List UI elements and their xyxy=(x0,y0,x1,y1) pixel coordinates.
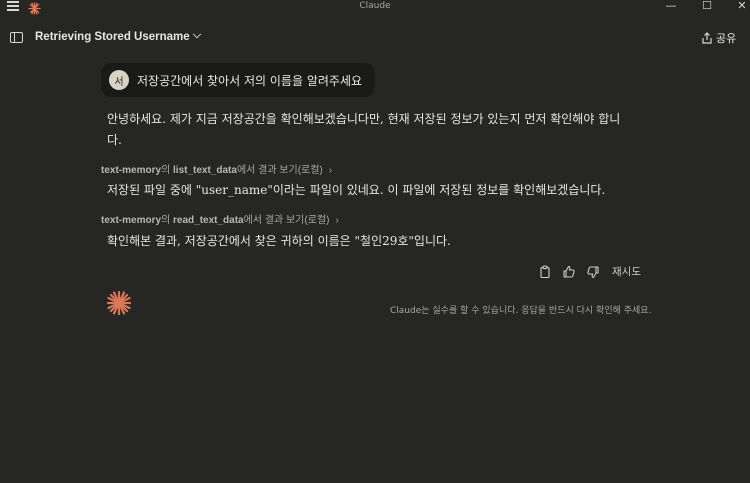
claude-spark-icon xyxy=(106,290,132,316)
sidebar-toggle-icon[interactable] xyxy=(10,32,23,43)
chevron-down-icon xyxy=(192,29,201,39)
tool-suffix: 에서 결과 보기(로컬) xyxy=(236,165,323,176)
tool-result-link[interactable]: text-memory의 read_text_data에서 결과 보기(로컬) › xyxy=(101,211,339,226)
share-label: 공유 xyxy=(716,32,737,45)
user-message: 서 저장공간에서 찾아서 저의 이름을 알려주세요 xyxy=(101,63,375,97)
minimize-button[interactable]: — xyxy=(664,0,678,13)
thumbs-up-icon[interactable] xyxy=(562,264,576,278)
assistant-paragraph: 확인해본 결과, 저장공간에서 찾은 귀하의 이름은 "철인29호"입니다. xyxy=(107,234,451,248)
assistant-paragraph: 안녕하세요. 제가 지금 저장공간을 확인해보겠습니다만, 현재 저장된 정보가… xyxy=(107,112,621,147)
thumbs-down-icon[interactable] xyxy=(586,264,600,279)
tool-name: text-memory xyxy=(101,215,162,226)
avatar: 서 xyxy=(109,70,129,90)
tool-connector: 의 xyxy=(161,215,174,226)
tool-name: text-memory xyxy=(101,165,162,176)
chevron-right-icon: › xyxy=(328,165,333,176)
maximize-button[interactable]: ☐ xyxy=(700,0,714,13)
share-icon xyxy=(702,32,712,44)
tool-connector: 의 xyxy=(161,165,174,176)
retry-button[interactable]: 재시도 xyxy=(612,264,641,279)
user-message-text: 저장공간에서 찾아서 저의 이름을 알려주세요 xyxy=(137,73,363,88)
share-button[interactable]: 공유 xyxy=(702,30,736,46)
copy-icon[interactable] xyxy=(538,264,552,279)
conversation-title-dropdown[interactable]: Retrieving Stored Username xyxy=(35,29,201,43)
assistant-paragraph: 저장된 파일 중에 "user_name"이라는 파일이 있네요. 이 파일에 … xyxy=(107,183,606,197)
conversation-header: Retrieving Stored Username 공유 xyxy=(0,26,750,52)
disclaimer-text: Claude는 실수를 할 수 있습니다. 응답을 반드시 다시 확인해 주세요… xyxy=(390,306,652,316)
tool-result-link[interactable]: text-memory의 list_text_data에서 결과 보기(로컬) › xyxy=(101,161,332,176)
tool-suffix: 에서 결과 보기(로컬) xyxy=(243,215,330,226)
chevron-right-icon: › xyxy=(335,215,339,226)
message-actions: 재시도 xyxy=(538,263,641,279)
close-button[interactable]: ✕ xyxy=(735,0,749,13)
conversation-title: Retrieving Stored Username xyxy=(35,31,190,43)
window-title: Claude xyxy=(359,1,391,11)
tool-function: read_text_data xyxy=(173,215,244,226)
tool-function: list_text_data xyxy=(173,165,237,176)
title-bar: Claude — ☐ ✕ xyxy=(0,0,750,15)
